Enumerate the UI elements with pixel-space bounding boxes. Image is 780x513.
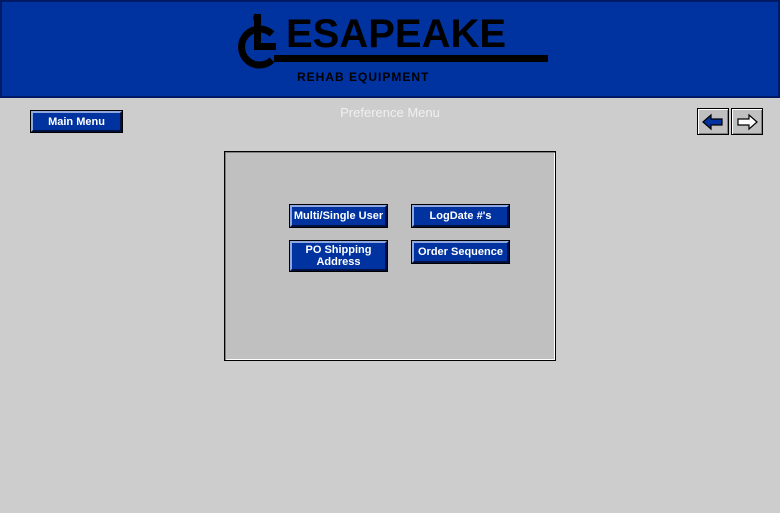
page-title: Preference Menu — [340, 105, 440, 120]
forward-button[interactable] — [731, 108, 763, 135]
order-sequence-button[interactable]: Order Sequence — [411, 240, 510, 264]
logdate-button[interactable]: LogDate #'s — [411, 204, 510, 228]
multi-single-user-button[interactable]: Multi/Single User — [289, 204, 388, 228]
po-shipping-address-button[interactable]: PO Shipping Address — [289, 240, 388, 272]
arrow-left-icon — [702, 113, 723, 130]
back-button[interactable] — [697, 108, 729, 135]
logo-wordmark: ESAPEAKE — [286, 12, 507, 56]
logo-subtitle: REHAB EQUIPMENT — [297, 70, 430, 84]
logo-underline — [274, 55, 548, 62]
wheelchair-c-logo-icon — [238, 14, 276, 69]
company-logo: ESAPEAKE REHAB EQUIPMENT — [234, 12, 564, 92]
header-banner: ESAPEAKE REHAB EQUIPMENT — [0, 0, 780, 98]
main-menu-button[interactable]: Main Menu — [30, 110, 123, 133]
arrow-right-icon — [737, 113, 758, 130]
